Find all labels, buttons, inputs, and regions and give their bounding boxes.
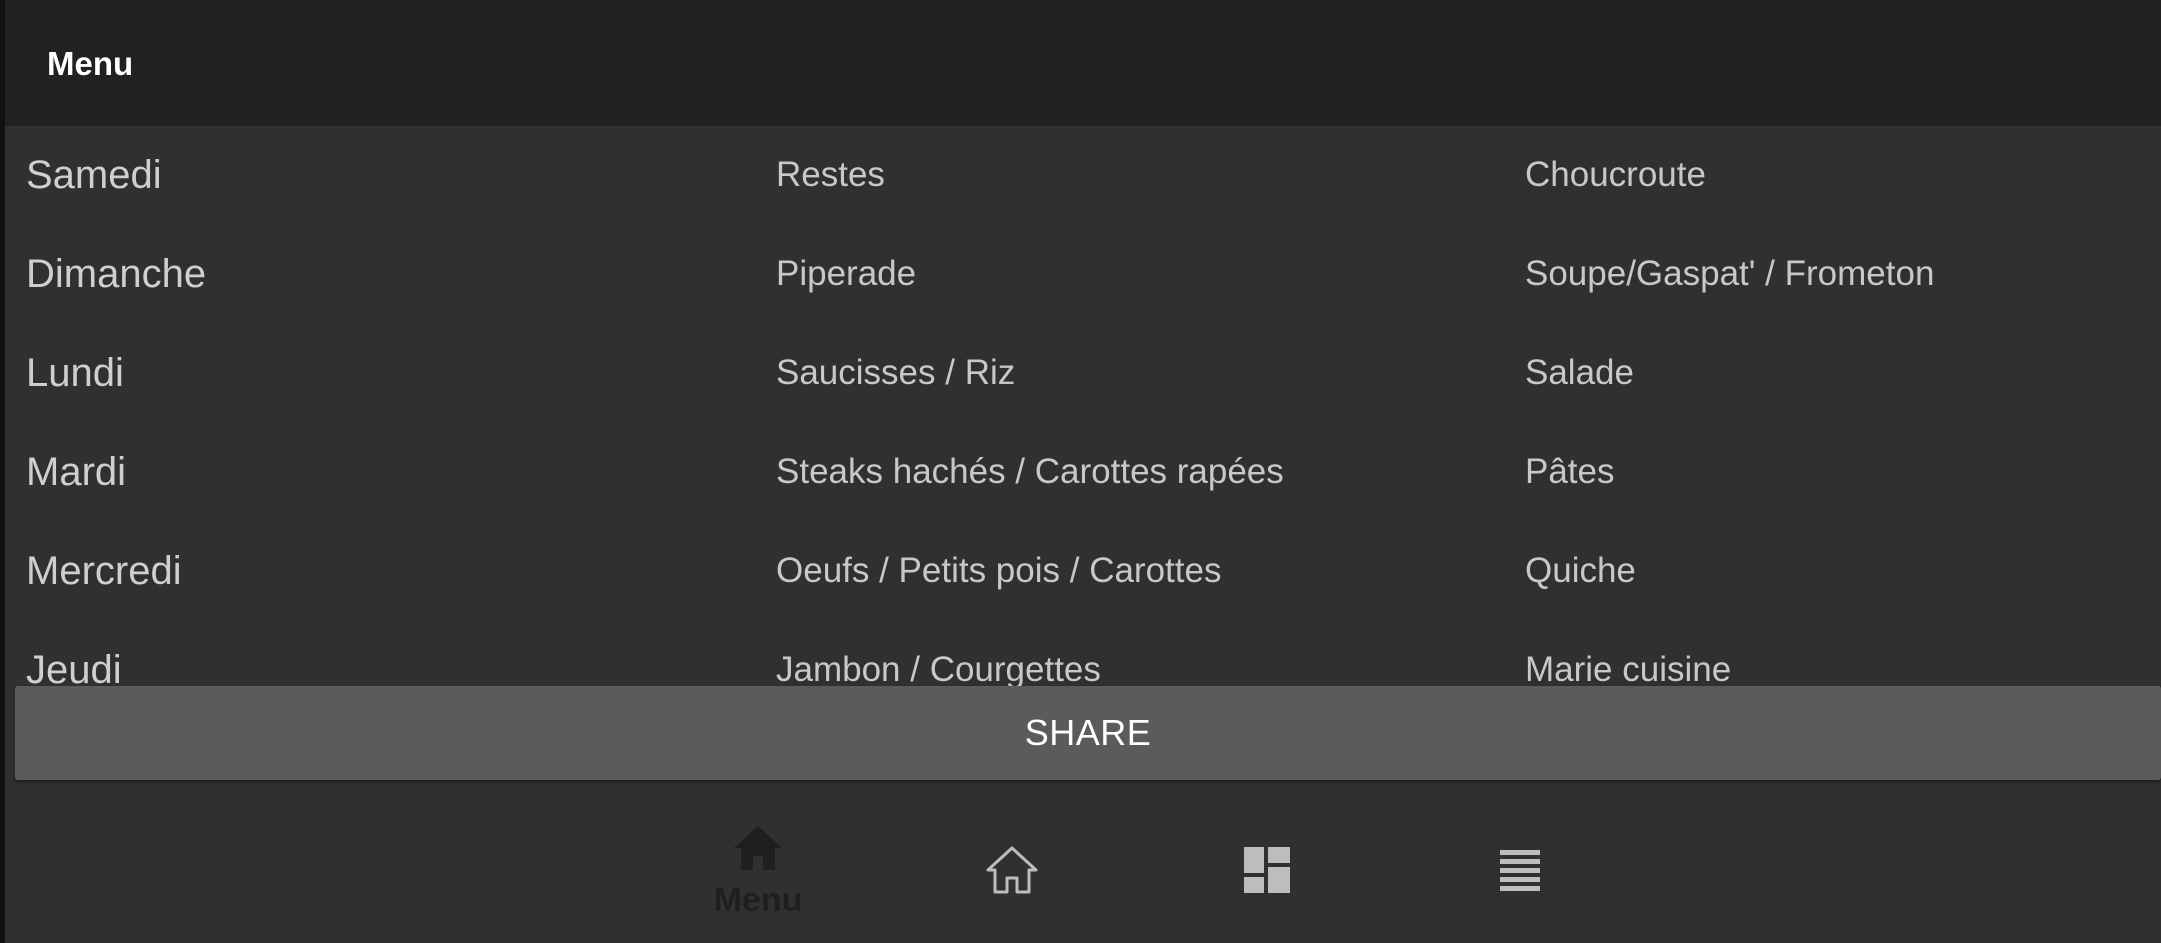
day-label: Lundi [26,351,124,395]
app-bar: Menu [5,0,2161,126]
nav-item-dashboard[interactable] [1197,800,1337,943]
share-button[interactable]: SHARE [15,686,2161,780]
dinner-meal: Soupe/Gaspat' / Frometon [1525,254,1935,293]
menu-row[interactable]: Mardi Steaks hachés / Carottes rapées Pâ… [5,423,2161,522]
day-label: Jeudi [26,648,122,686]
dinner-meal: Salade [1525,353,1634,392]
app-screen: Menu Samedi Restes Choucroute Dimanche P… [0,0,2161,943]
home-outline-icon [986,846,1038,894]
lunch-meal: Piperade [776,254,917,293]
day-label: Mardi [26,450,127,494]
day-label: Samedi [26,153,162,197]
dashboard-icon [1244,847,1290,893]
list-icon [1500,850,1540,891]
menu-row[interactable]: Lundi Saucisses / Riz Salade [5,324,2161,423]
lunch-meal: Restes [776,155,885,194]
day-label: Dimanche [26,252,207,296]
menu-row[interactable]: Mercredi Oeufs / Petits pois / Carottes … [5,522,2161,621]
dinner-meal: Quiche [1525,551,1636,590]
day-label: Mercredi [26,549,182,593]
nav-item-menu[interactable]: Menu [688,800,828,943]
lunch-meal: Saucisses / Riz [776,353,1016,392]
nav-item-label: Menu [713,881,803,919]
nav-item-list[interactable] [1450,800,1590,943]
nav-item-home[interactable] [942,800,1082,943]
dinner-meal: Marie cuisine [1525,650,1732,686]
menu-row[interactable]: Samedi Restes Choucroute [5,126,2161,225]
menu-row[interactable]: Dimanche Piperade Soupe/Gaspat' / Fromet… [5,225,2161,324]
dinner-meal: Choucroute [1525,155,1706,194]
menu-row[interactable]: Jeudi Jambon / Courgettes Marie cuisine [5,621,2161,686]
menu-table[interactable]: Samedi Restes Choucroute Dimanche Pipera… [5,126,2161,686]
lunch-meal: Steaks hachés / Carottes rapées [776,452,1284,491]
bottom-navigation: Menu [5,800,2161,943]
dinner-meal: Pâtes [1525,452,1615,491]
lunch-meal: Oeufs / Petits pois / Carottes [776,551,1222,590]
home-filled-icon [734,826,782,870]
lunch-meal: Jambon / Courgettes [776,650,1101,686]
page-title: Menu [47,45,134,82]
